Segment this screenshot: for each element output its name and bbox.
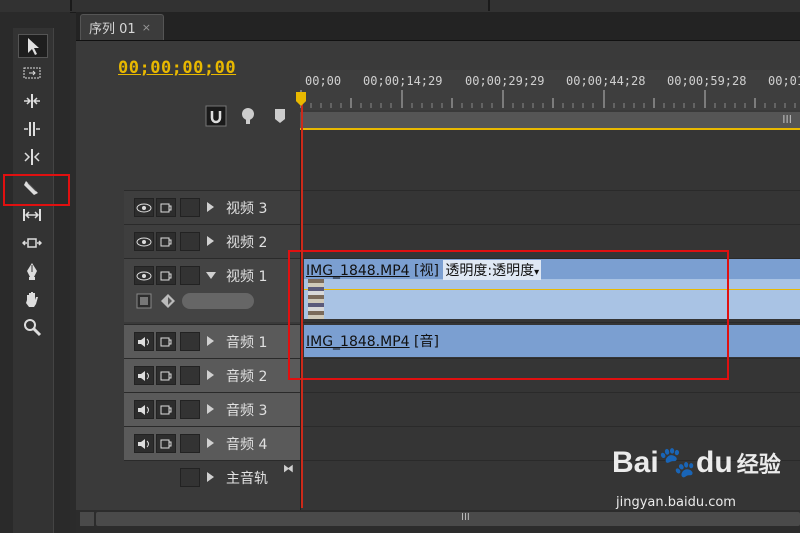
top-strip-segment xyxy=(0,0,72,11)
toggle-sync-lock-icon[interactable] xyxy=(156,332,176,351)
top-strip-segment xyxy=(72,0,490,11)
highlight-box-razor xyxy=(3,174,70,206)
track-divider xyxy=(300,224,800,225)
toggle-output-icon[interactable] xyxy=(134,232,154,251)
watermark-logo: Bai🐾du 经验 xyxy=(612,445,781,480)
speaker-icon[interactable] xyxy=(134,400,154,419)
playhead-line[interactable] xyxy=(301,96,303,508)
toggle-output-icon[interactable] xyxy=(134,198,154,217)
toggle-sync-lock-icon[interactable] xyxy=(156,198,176,217)
snap-icon[interactable] xyxy=(204,104,228,128)
expand-track-icon[interactable] xyxy=(207,370,214,380)
pen-tool-icon[interactable] xyxy=(18,260,46,282)
expand-track-icon[interactable] xyxy=(207,236,214,246)
toggle-sync-lock-icon[interactable] xyxy=(156,232,176,251)
ruler-label: 00;00 xyxy=(305,74,342,88)
ruler-label: 00;00;44;28 xyxy=(566,74,646,88)
track-header-audio-3: 音频 3 xyxy=(124,392,300,426)
track-header-audio-1: 音频 1 xyxy=(124,324,300,358)
toggle-track-lock-icon[interactable] xyxy=(180,266,200,285)
tab-close-icon[interactable]: × xyxy=(142,21,151,34)
speaker-icon[interactable] xyxy=(134,332,154,351)
tab-bar xyxy=(76,12,800,41)
track-divider xyxy=(300,392,800,393)
track-name: 音频 3 xyxy=(226,403,268,419)
track-name: 视频 1 xyxy=(226,269,268,285)
toggle-sync-lock-icon[interactable] xyxy=(156,434,176,453)
set-display-style-icon[interactable] xyxy=(136,293,152,309)
ruler-ticks xyxy=(300,90,796,108)
track-name: 音频 2 xyxy=(226,369,268,385)
expand-track-icon[interactable] xyxy=(207,472,214,482)
add-marker-icon[interactable] xyxy=(268,104,292,128)
marker-icon[interactable] xyxy=(236,104,260,128)
track-header-video-2: 视频 2 xyxy=(124,224,300,258)
toggle-track-lock-icon[interactable] xyxy=(180,232,200,251)
toggle-track-lock-icon[interactable] xyxy=(180,332,200,351)
keyframe-navigator[interactable] xyxy=(182,293,254,309)
master-track-end-icon: ⧓ xyxy=(283,462,294,475)
ruler-label: 00;00;59;28 xyxy=(667,74,747,88)
current-timecode[interactable]: 00;00;00;00 xyxy=(118,58,236,78)
toggle-track-lock-icon[interactable] xyxy=(180,434,200,453)
speaker-icon[interactable] xyxy=(134,434,154,453)
slip-tool-icon[interactable] xyxy=(18,204,46,226)
paw-icon: 🐾 xyxy=(658,446,697,479)
tab-label: 序列 01 xyxy=(89,22,136,37)
watermark-brand-2: du xyxy=(696,446,733,479)
selection-tool-icon[interactable] xyxy=(18,34,48,58)
speaker-icon[interactable] xyxy=(134,366,154,385)
watermark-url: jingyan.baidu.com xyxy=(616,495,736,510)
track-divider xyxy=(300,426,800,427)
expand-track-icon[interactable] xyxy=(207,404,214,414)
track-header-audio-4: 音频 4 xyxy=(124,426,300,460)
zoom-tool-icon[interactable] xyxy=(18,316,46,338)
rolling-edit-tool-icon[interactable] xyxy=(18,118,46,140)
expand-track-icon[interactable] xyxy=(207,336,214,346)
toggle-sync-lock-icon[interactable] xyxy=(156,266,176,285)
toggle-output-icon[interactable] xyxy=(134,266,154,285)
toggle-sync-lock-icon[interactable] xyxy=(156,366,176,385)
track-name: 视频 2 xyxy=(226,235,268,251)
watermark-brand: Bai xyxy=(612,446,659,479)
track-name: 音频 1 xyxy=(226,335,268,351)
highlight-box-clips xyxy=(288,250,729,380)
hand-tool-icon[interactable] xyxy=(18,288,46,310)
rate-stretch-tool-icon[interactable] xyxy=(18,146,46,168)
track-divider xyxy=(300,190,800,191)
work-area-grip[interactable]: III xyxy=(782,113,792,126)
track-header-video-1: 视频 1 xyxy=(124,258,300,322)
scrollbar-grip[interactable]: III xyxy=(461,512,470,523)
track-select-tool-icon[interactable] xyxy=(18,62,46,84)
toggle-sync-lock-icon[interactable] xyxy=(156,400,176,419)
expand-track-icon[interactable] xyxy=(207,438,214,448)
ruler-label: 00;00;14;29 xyxy=(363,74,443,88)
work-area-bar[interactable]: III xyxy=(300,112,800,130)
track-name: 音频 4 xyxy=(226,437,268,453)
track-header-audio-2: 音频 2 xyxy=(124,358,300,392)
baidu-watermark: Bai🐾du 经验 jingyan.baidu.com xyxy=(612,445,800,515)
tab-sequence-01[interactable]: 序列 01 × xyxy=(80,14,164,40)
collapse-track-icon[interactable] xyxy=(206,272,216,279)
ruler-label: 00;01 xyxy=(768,74,800,88)
toggle-track-lock-icon[interactable] xyxy=(180,198,200,217)
top-strip-segment xyxy=(490,0,800,11)
expand-track-icon[interactable] xyxy=(207,202,214,212)
show-keyframes-icon[interactable] xyxy=(160,293,176,309)
scroll-start-icon[interactable] xyxy=(80,512,94,526)
toggle-track-lock-icon[interactable] xyxy=(180,468,200,487)
track-name: 主音轨 xyxy=(226,471,268,487)
ripple-edit-tool-icon[interactable] xyxy=(18,90,46,112)
track-header-video-3: 视频 3 xyxy=(124,190,300,224)
slide-tool-icon[interactable] xyxy=(18,232,46,254)
track-name: 视频 3 xyxy=(226,201,268,217)
ruler-label: 00;00;29;29 xyxy=(465,74,545,88)
watermark-suffix: 经验 xyxy=(736,452,781,477)
track-header-master: 主音轨 xyxy=(124,460,300,494)
toggle-track-lock-icon[interactable] xyxy=(180,366,200,385)
toggle-track-lock-icon[interactable] xyxy=(180,400,200,419)
